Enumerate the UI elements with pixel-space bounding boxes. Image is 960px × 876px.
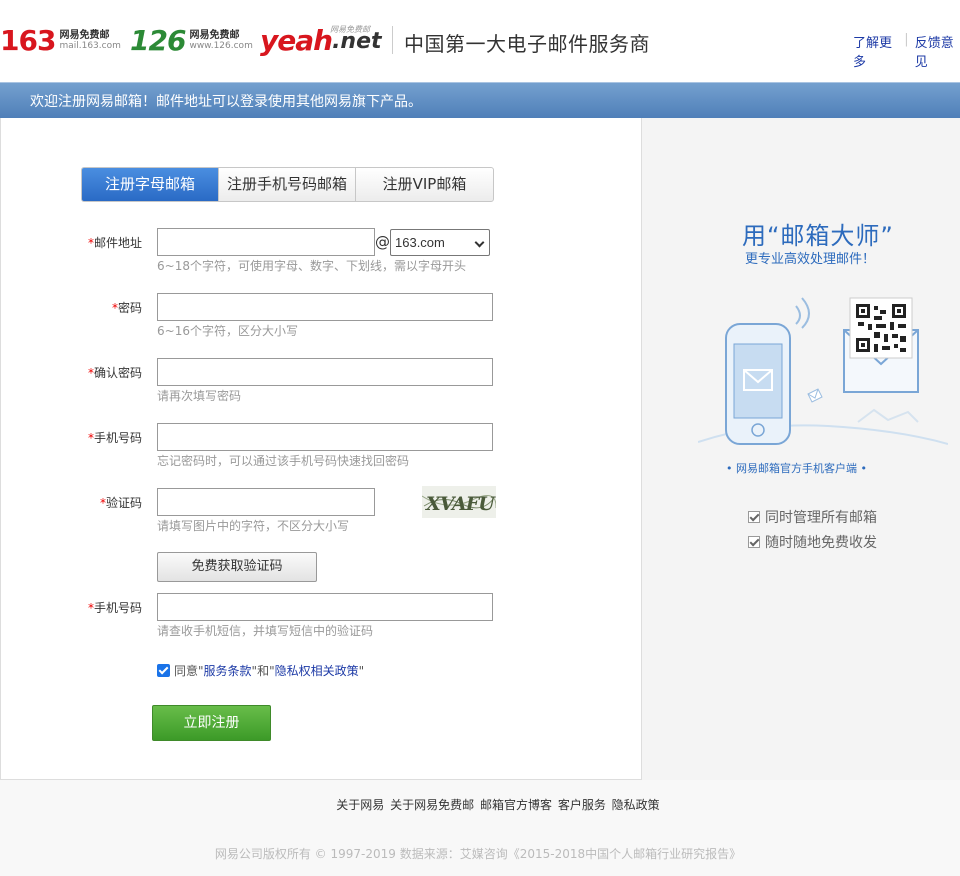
feature-manage-all-text: 同时管理所有邮箱 (765, 510, 877, 526)
sms-code-label: *手机号码 (62, 599, 142, 616)
promo-caption: • 网易邮箱官方手机客户端 • (726, 462, 867, 475)
logo-163-name: 网易免费邮 (59, 30, 110, 41)
registration-tabs: 注册字母邮箱 注册手机号码邮箱 注册VIP邮箱 (81, 167, 494, 202)
logo-163-number: 163 (0, 24, 56, 57)
captcha-label: *验证码 (62, 494, 142, 511)
feature-anytime: 随时随地免费收发 (748, 532, 877, 552)
terms-link[interactable]: 服务条款 (204, 662, 252, 679)
sms-code-hint: 请查收手机短信，并填写短信中的验证码 (157, 624, 374, 638)
phone-input[interactable] (157, 423, 493, 451)
domain-select-value: 163.com (395, 235, 445, 250)
logo-126[interactable]: 126 网易免费邮 www.126.com (130, 26, 253, 56)
phone-hint: 忘记密码时，可以通过该手机号码快速找回密码 (157, 454, 410, 468)
feedback-link[interactable]: 反馈意见 (915, 32, 960, 70)
get-sms-code-button[interactable]: 免费获取验证码 (157, 552, 317, 582)
confirm-password-hint: 请再次填写密码 (157, 389, 242, 403)
captcha-label-text: 验证码 (105, 496, 142, 510)
password-input[interactable] (157, 293, 493, 321)
domain-select[interactable]: 163.com (390, 229, 490, 256)
captcha-image[interactable]: XVAFU (422, 486, 496, 518)
captcha-noise: XVAFU (422, 486, 496, 518)
email-input[interactable] (157, 228, 375, 256)
logo-126-number: 126 (130, 24, 186, 57)
email-hint: 6~18个字符，可使用字母、数字、下划线，需以字母开头 (157, 259, 466, 273)
footer-link-about-netease[interactable]: 关于网易 (336, 798, 384, 812)
agree-prefix: 同意" (174, 664, 204, 678)
phone-label: *手机号码 (62, 429, 142, 446)
logo-yeah-tag: 网易免费邮 (330, 25, 370, 34)
logo-163[interactable]: 163 网易免费邮 mail.163.com (0, 26, 121, 56)
promo-title: 用“邮箱大师” (742, 222, 894, 250)
sms-code-label-text: 手机号码 (93, 601, 142, 615)
password-hint: 6~16个字符，区分大小写 (157, 324, 298, 338)
chevron-down-icon (474, 237, 485, 248)
phone-illustration (698, 297, 948, 445)
logo-126-domain: www.126.com (189, 41, 253, 51)
checkmark-icon (748, 536, 760, 548)
header-links: 了解更多 | 反馈意见 (853, 32, 960, 70)
password-label-text: 密码 (117, 301, 142, 315)
link-separator: | (904, 32, 909, 47)
header-divider (392, 26, 393, 54)
tab-phone-email[interactable]: 注册手机号码邮箱 (219, 168, 356, 201)
registration-form-panel: 注册字母邮箱 注册手机号码邮箱 注册VIP邮箱 *邮件地址 @ 163.com … (0, 118, 642, 780)
privacy-link[interactable]: 隐私权相关政策 (275, 662, 359, 679)
header-slogan: 中国第一大电子邮件服务商 (404, 32, 650, 56)
tab-letter-email[interactable]: 注册字母邮箱 (82, 168, 219, 201)
page-header: 163 网易免费邮 mail.163.com 126 网易免费邮 www.126.c… (0, 0, 960, 82)
tab-vip-email[interactable]: 注册VIP邮箱 (356, 168, 493, 201)
register-button[interactable]: 立即注册 (152, 705, 271, 741)
captcha-hint: 请填写图片中的字符，不区分大小写 (157, 519, 350, 533)
agree-suffix: " (358, 663, 365, 678)
logo-126-name: 网易免费邮 (189, 30, 240, 41)
footer-link-blog[interactable]: 邮箱官方博客 (480, 798, 552, 812)
phone-label-text: 手机号码 (93, 431, 142, 445)
email-label-text: 邮件地址 (93, 236, 142, 250)
feature-anytime-text: 随时随地免费收发 (765, 535, 877, 551)
footer-link-about-mail[interactable]: 关于网易免费邮 (390, 798, 474, 812)
password-label: *密码 (62, 299, 142, 316)
promo-subtitle: 更专业高效处理邮件！ (745, 252, 876, 267)
logo-yeah[interactable]: yeah .net 网易免费邮 (260, 24, 382, 57)
email-label: *邮件地址 (62, 234, 142, 251)
mail-master-promo: 用“邮箱大师” 更专业高效处理邮件！ • 网易邮箱官方手机客户端 • 同时管理所… (642, 118, 960, 780)
welcome-banner: 欢迎注册网易邮箱！邮件地址可以登录使用其他网易旗下产品。 (0, 82, 960, 118)
footer-link-privacy[interactable]: 隐私政策 (612, 798, 660, 812)
welcome-text: 欢迎注册网易邮箱！邮件地址可以登录使用其他网易旗下产品。 (30, 94, 422, 110)
agreement-row: 同意" 服务条款 "和" 隐私权相关政策 " (157, 662, 364, 679)
footer-links: 关于网易 关于网易免费邮 邮箱官方博客 客户服务 隐私政策 (0, 796, 960, 813)
copyright: 网易公司版权所有 © 1997-2019 数据来源：艾媒咨询《2015-2018… (214, 847, 742, 861)
logo-163-domain: mail.163.com (59, 41, 121, 51)
logo-yeah-text: yeah (260, 24, 333, 57)
learn-more-link[interactable]: 了解更多 (853, 32, 898, 70)
checkmark-icon (748, 511, 760, 523)
agree-checkbox[interactable] (157, 664, 170, 677)
footer-link-service[interactable]: 客户服务 (558, 798, 606, 812)
confirm-password-input[interactable] (157, 358, 493, 386)
sms-code-input[interactable] (157, 593, 493, 621)
confirm-password-label-text: 确认密码 (93, 366, 142, 380)
captcha-text: XVAFU (425, 493, 496, 515)
agree-middle: "和" (251, 664, 275, 678)
at-symbol: @ (375, 233, 390, 251)
confirm-password-label: *确认密码 (62, 364, 142, 381)
captcha-input[interactable] (157, 488, 375, 516)
feature-manage-all: 同时管理所有邮箱 (748, 507, 877, 527)
